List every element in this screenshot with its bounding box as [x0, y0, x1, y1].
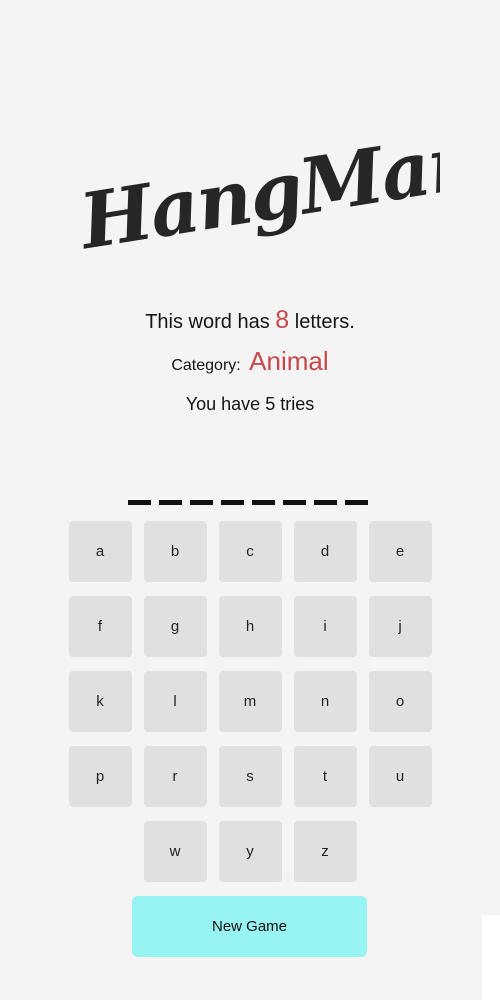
letters-count: 8: [275, 306, 290, 334]
keyboard-row: abcde: [68, 521, 432, 582]
letter-key[interactable]: t: [293, 746, 357, 807]
corner-decoration: [482, 915, 500, 1000]
hangman-logo: HangMan: [60, 115, 487, 266]
word-length-info: This word has 8 letters.: [0, 306, 500, 335]
letter-blank: [252, 500, 275, 505]
letter-key[interactable]: l: [143, 671, 207, 732]
keyboard-row: klmno: [68, 671, 432, 732]
letter-key[interactable]: k: [68, 671, 132, 732]
letter-key[interactable]: f: [68, 596, 132, 657]
letter-key[interactable]: i: [293, 596, 357, 657]
letter-key[interactable]: n: [293, 671, 357, 732]
letter-key[interactable]: m: [218, 671, 282, 732]
tries-info: You have 5 tries: [185, 394, 315, 414]
category-label: Category:: [171, 357, 241, 374]
letter-key[interactable]: w: [143, 821, 207, 882]
letter-blank: [190, 500, 213, 505]
logo-text: HangMan: [72, 118, 440, 258]
letter-key[interactable]: d: [293, 521, 357, 582]
keyboard-row: prstu: [68, 746, 432, 807]
letter-key[interactable]: r: [143, 746, 207, 807]
letter-blank: [345, 500, 368, 505]
category-value: Animal: [249, 346, 329, 376]
letter-key[interactable]: j: [368, 596, 432, 657]
letter-blank: [221, 500, 244, 505]
word-blanks: [128, 500, 368, 506]
letter-blank: [159, 500, 182, 505]
letter-key[interactable]: p: [68, 746, 132, 807]
letter-key[interactable]: s: [218, 746, 282, 807]
letters-suffix: letters.: [294, 311, 355, 333]
letter-key[interactable]: g: [143, 596, 207, 657]
keyboard-row: fghij: [68, 596, 432, 657]
letter-key[interactable]: o: [368, 671, 432, 732]
logo-svg: HangMan: [72, 115, 487, 266]
new-game-button[interactable]: New Game: [132, 896, 367, 957]
letter-key[interactable]: e: [368, 521, 432, 582]
letter-key[interactable]: y: [218, 821, 282, 882]
letters-prefix: This word has: [145, 311, 270, 333]
letter-blank: [128, 500, 151, 505]
category-info: Category: Animal: [0, 346, 500, 377]
letter-blank: [314, 500, 337, 505]
letter-key[interactable]: c: [218, 521, 282, 582]
letter-key[interactable]: z: [293, 821, 357, 882]
letter-blank: [283, 500, 306, 505]
letter-key[interactable]: u: [368, 746, 432, 807]
letter-key[interactable]: b: [143, 521, 207, 582]
letter-keyboard: abcde fghij klmno prstu wyz: [68, 521, 432, 896]
hangman-page: HangMan This word has 8 letters. Categor…: [0, 0, 500, 1000]
letter-key[interactable]: a: [68, 521, 132, 582]
letter-key[interactable]: h: [218, 596, 282, 657]
keyboard-row: wyz: [68, 821, 432, 882]
